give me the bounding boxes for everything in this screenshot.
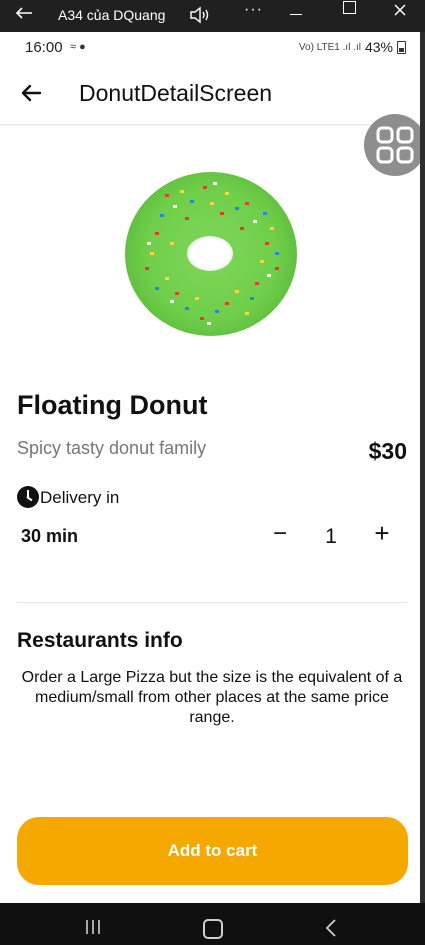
home-icon[interactable] [203,919,223,939]
decrease-quantity-button[interactable]: − [266,520,294,550]
product-name: Floating Donut [17,390,208,420]
status-bar: 16:00 ≈ ● Vo) LTE1 .ıl .ıl 43% [0,32,420,62]
window-title: A34 của DQuang [58,7,166,23]
divider [17,602,407,603]
signal-icons: Vo) LTE1 .ıl .ıl [298,41,361,53]
battery-icon [397,40,406,54]
recents-icon[interactable] [85,920,101,934]
volume-icon[interactable] [188,4,212,26]
donut-illustration [125,172,297,336]
window-title-bar: A34 của DQuang ··· [0,0,425,32]
quantity-value: 1 [325,525,337,548]
clock-icon [17,486,39,508]
nav-back-icon[interactable] [324,918,338,938]
close-icon[interactable] [388,0,412,22]
product-subtitle: Spicy tasty donut family [17,438,207,458]
add-to-cart-button[interactable]: Add to cart [17,817,408,885]
grid-icon [376,126,414,164]
info-description: Order a Large Pizza but the size is the … [21,669,403,726]
phone-screen: 16:00 ≈ ● Vo) LTE1 .ıl .ıl 43% DonutDeta… [0,32,420,903]
window-back-icon[interactable] [10,0,38,28]
maximize-icon[interactable] [343,1,356,14]
window-edge [420,32,425,903]
app-bar: DonutDetailScreen [0,62,420,125]
product-price: $30 [368,438,407,464]
donut-hole [187,236,233,271]
status-right: Vo) LTE1 .ıl .ıl 43% [299,39,406,55]
more-icon[interactable]: ··· [244,1,263,19]
minimize-icon[interactable] [290,14,302,15]
delivery-time: 30 min [21,526,79,546]
increase-quantity-button[interactable]: + [368,518,396,548]
page-title: DonutDetailScreen [79,80,273,106]
donut-image [95,144,325,369]
battery-level: 43% [364,39,393,55]
back-arrow-icon[interactable] [18,80,44,106]
system-nav-bar [0,903,425,945]
delivery-label: Delivery in [40,488,120,507]
floating-grid-button[interactable] [364,114,420,176]
notification-icons: ≈ ● [70,41,86,53]
status-time: 16:00 [25,39,63,56]
info-title: Restaurants info [17,629,183,652]
